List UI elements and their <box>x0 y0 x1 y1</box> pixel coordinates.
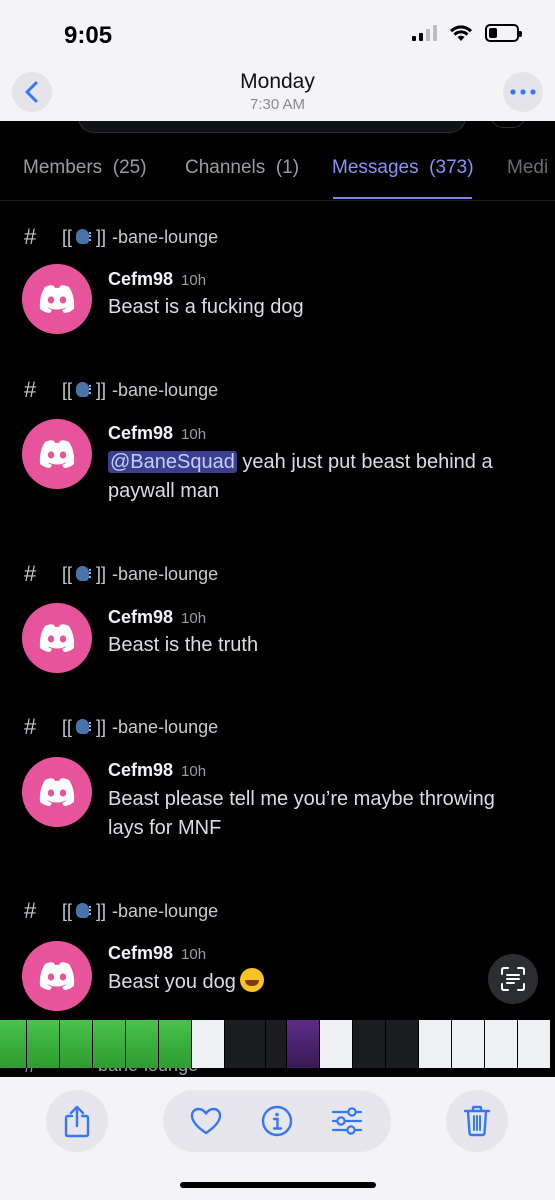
message-text: Beast you dog <box>108 968 528 997</box>
discord-search-results: Members (25) Channels (1) Messages (373)… <box>0 121 555 1077</box>
rofl-emoji-icon <box>239 968 264 992</box>
photo-thumbnail[interactable] <box>27 1020 59 1068</box>
photo-thumbnail[interactable] <box>60 1020 92 1068</box>
photo-thumbnail-current[interactable] <box>225 1020 265 1068</box>
username[interactable]: Cefm98 10h <box>108 423 206 444</box>
ellipsis-icon <box>510 89 536 95</box>
photo-thumbnail[interactable] <box>126 1020 158 1068</box>
photo-time-subtitle: 7:30 AM <box>249 96 306 113</box>
home-indicator <box>180 1182 376 1188</box>
photo-thumbnail[interactable] <box>159 1020 191 1068</box>
live-text-button[interactable] <box>488 954 538 1004</box>
discord-logo-icon <box>39 440 75 468</box>
photo-toolbar <box>0 1077 555 1200</box>
username[interactable]: Cefm98 10h <box>108 607 206 628</box>
message-text: Beast please tell me you’re maybe throwi… <box>108 788 495 839</box>
photo-thumbnail[interactable] <box>518 1020 550 1068</box>
photo-thumbnail[interactable] <box>320 1020 352 1068</box>
info-button[interactable] <box>261 1105 293 1137</box>
message-text: Beast is the truth <box>108 634 259 656</box>
avatar[interactable] <box>22 264 92 334</box>
search-bar[interactable] <box>78 121 466 133</box>
adjust-button[interactable] <box>331 1105 363 1137</box>
info-icon <box>261 1105 293 1137</box>
hash-icon: # <box>24 377 37 402</box>
photo-thumbnail[interactable] <box>287 1020 319 1068</box>
discord-logo-icon <box>39 285 75 313</box>
photo-thumbnail[interactable] <box>0 1020 26 1068</box>
channel-label: #[[]] -bane-lounge <box>24 561 219 586</box>
delete-button[interactable] <box>446 1090 508 1152</box>
photo-thumbnail[interactable] <box>266 1020 286 1068</box>
trash-icon <box>463 1105 491 1137</box>
username[interactable]: Cefm98 10h <box>108 269 206 290</box>
tab-channels[interactable]: Channels (1) <box>185 157 299 179</box>
battery-icon <box>485 24 522 42</box>
tabs-divider <box>0 200 555 201</box>
hash-icon: # <box>24 561 37 586</box>
tab-messages[interactable]: Messages (373) <box>332 157 474 179</box>
sliders-icon <box>331 1107 363 1135</box>
status-icons <box>412 24 522 42</box>
avatar[interactable] <box>22 941 92 1011</box>
photo-thumbnail[interactable] <box>419 1020 451 1068</box>
message-text: Beast is a fucking dog <box>108 296 304 318</box>
photo-thumbnail[interactable] <box>452 1020 484 1068</box>
photo-date-title: Monday <box>240 70 315 93</box>
favorite-button[interactable] <box>190 1105 222 1137</box>
photo-thumbnail[interactable] <box>192 1020 224 1068</box>
share-icon <box>64 1105 90 1138</box>
more-button[interactable] <box>503 72 543 112</box>
user-mention[interactable]: @BaneSquad <box>108 451 237 473</box>
search-action-button[interactable] <box>490 121 526 128</box>
speaking-head-icon <box>74 565 94 583</box>
share-button[interactable] <box>46 1090 108 1152</box>
status-time: 9:05 <box>64 22 113 49</box>
photo-thumbnail-strip[interactable] <box>0 1020 555 1068</box>
channel-label: #[[]] -bane-lounge <box>24 377 219 402</box>
photo-actions-group <box>163 1090 391 1152</box>
hash-icon: # <box>24 224 37 249</box>
channel-label: #[[]] -bane-lounge <box>24 714 219 739</box>
hash-icon: # <box>24 714 37 739</box>
avatar[interactable] <box>22 757 92 827</box>
photo-thumbnail[interactable] <box>485 1020 517 1068</box>
username[interactable]: Cefm98 10h <box>108 943 206 964</box>
live-text-icon <box>501 967 525 991</box>
hash-icon: # <box>24 898 37 923</box>
discord-logo-icon <box>39 778 75 806</box>
discord-logo-icon <box>39 962 75 990</box>
active-tab-indicator <box>333 197 472 199</box>
message-text: @BaneSquad yeah just put beast behind a … <box>108 451 493 502</box>
username[interactable]: Cefm98 10h <box>108 760 206 781</box>
photo-thumbnail[interactable] <box>353 1020 385 1068</box>
photo-thumbnail[interactable] <box>386 1020 418 1068</box>
heart-icon <box>190 1107 222 1135</box>
discord-logo-icon <box>39 624 75 652</box>
search-tabs: Members (25) Channels (1) Messages (373)… <box>0 147 555 201</box>
speaking-head-icon <box>74 902 94 920</box>
avatar[interactable] <box>22 603 92 673</box>
tab-media[interactable]: Medi <box>507 157 548 179</box>
speaking-head-icon <box>74 228 94 246</box>
cellular-signal-icon <box>412 25 437 41</box>
wifi-icon <box>450 25 472 41</box>
tab-members[interactable]: Members (25) <box>23 157 147 179</box>
channel-label: #[[]] -bane-lounge <box>24 224 219 249</box>
speaking-head-icon <box>74 718 94 736</box>
channel-label: #[[]] -bane-lounge <box>24 898 219 923</box>
avatar[interactable] <box>22 419 92 489</box>
photo-viewer-header: 9:05 Monday 7:30 AM <box>0 0 555 121</box>
speaking-head-icon <box>74 381 94 399</box>
photo-thumbnail[interactable] <box>93 1020 125 1068</box>
